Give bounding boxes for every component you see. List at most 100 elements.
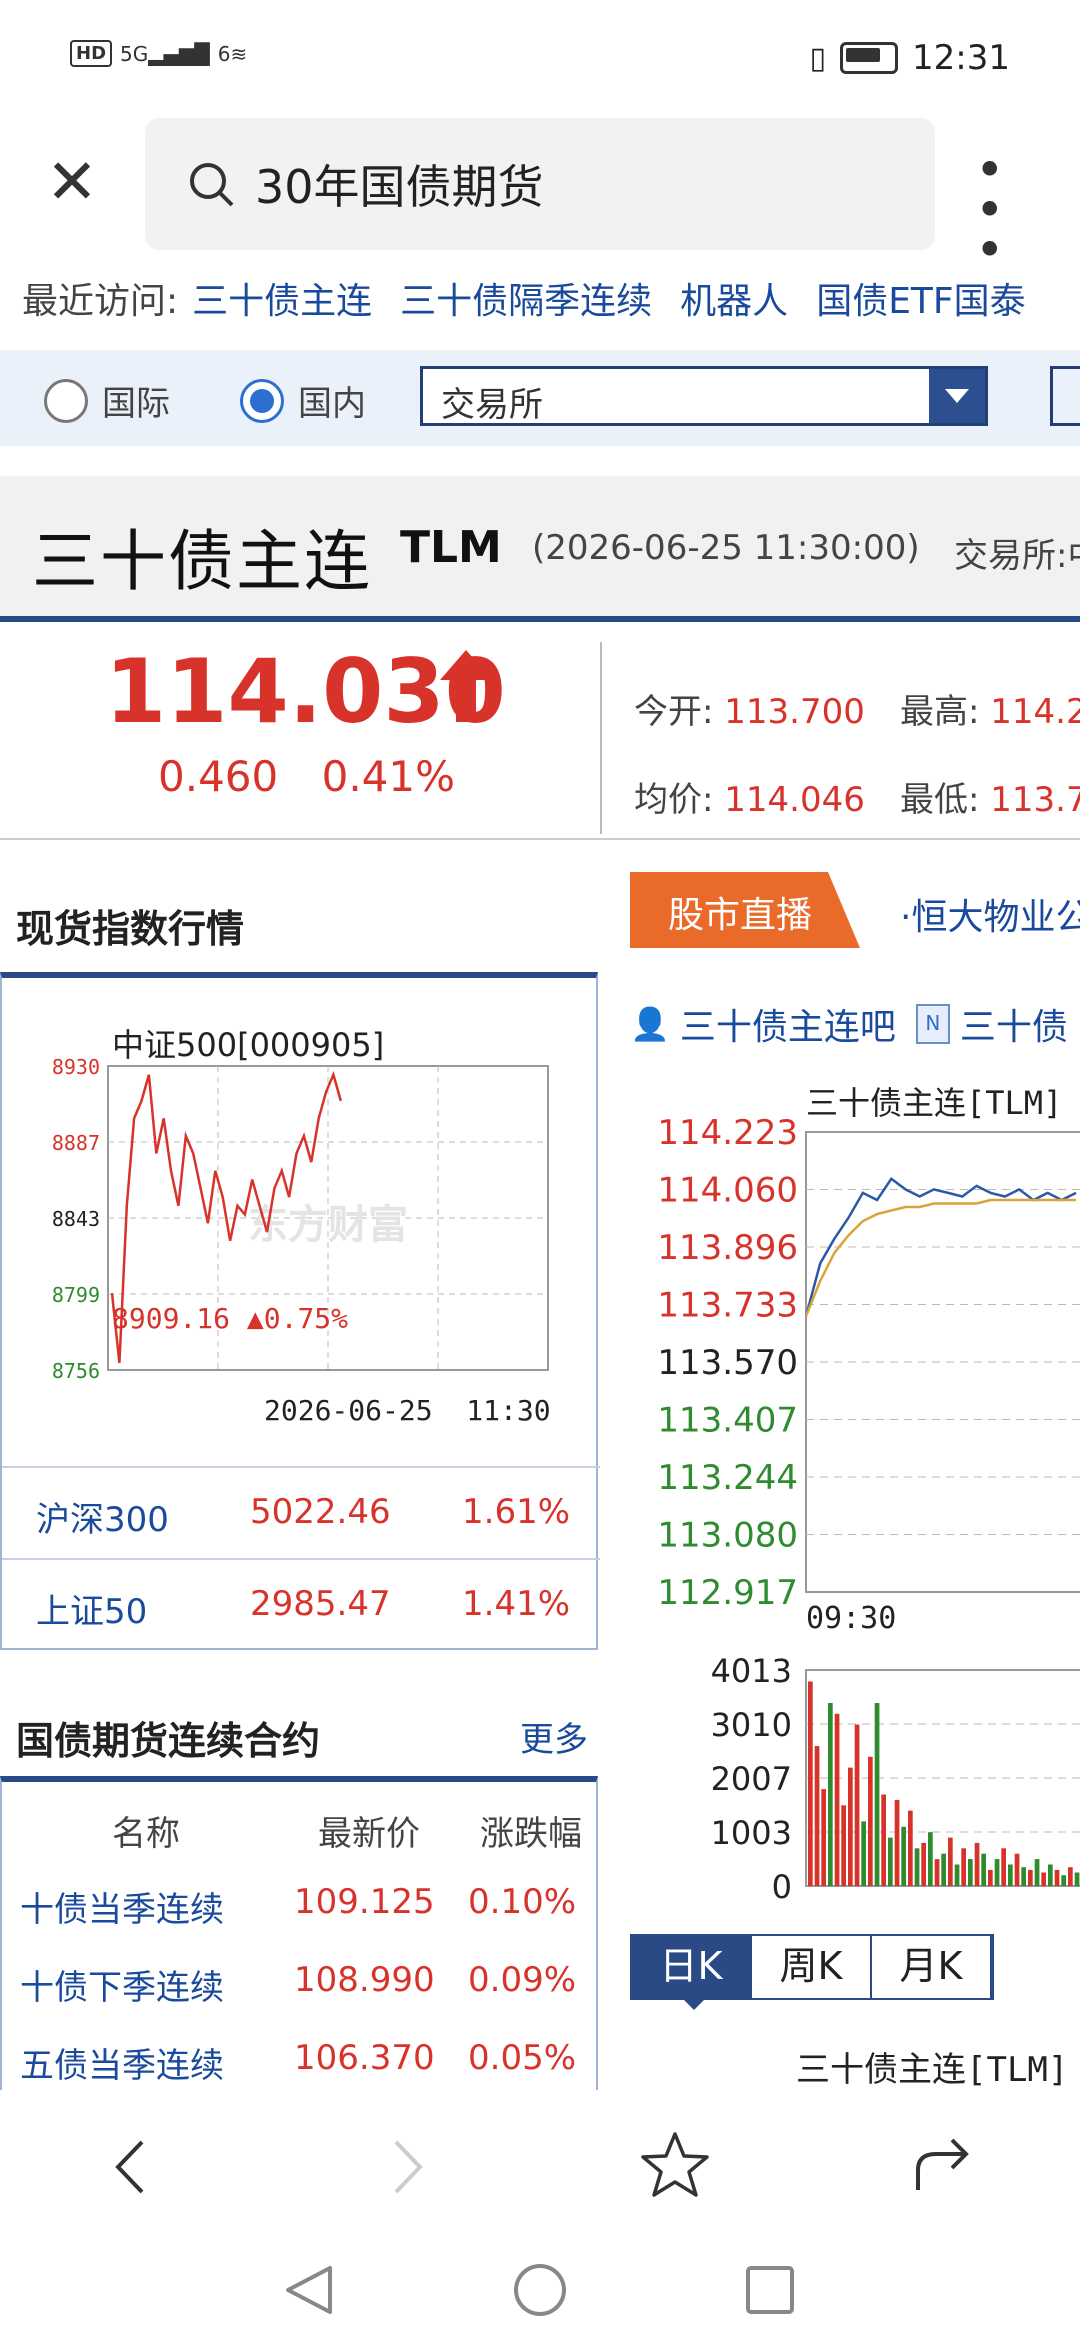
volume-bar (941, 1853, 946, 1886)
volume-bar (934, 1859, 940, 1886)
y-tick-label: 8887 (52, 1131, 100, 1155)
col-header: 最新价 (318, 1814, 420, 1854)
user-icon: 👤 (630, 1005, 670, 1043)
spot-panel: 中证500[000905] 8930 8887 8843 8799 8756 东方财富 8… (0, 972, 600, 1652)
recent-link[interactable]: 国债ETF国泰 (816, 272, 1025, 324)
volume-bar (961, 1848, 966, 1886)
volume-bar (841, 1805, 846, 1886)
tab-pointer (680, 1996, 708, 2010)
kline-chart-title: 三十债主连[TLM] (796, 2050, 1069, 2090)
y-tick-label: 8756 (52, 1359, 100, 1383)
volume-bar (901, 1826, 906, 1886)
contract-code: TLM (400, 522, 502, 573)
volume-bar (861, 1821, 866, 1886)
index-row[interactable]: 上证50 2985.47 1.41% (2, 1558, 600, 1652)
volume-bar (954, 1864, 960, 1886)
volume-bar (881, 1794, 886, 1886)
recent-link[interactable]: 三十债主连 (192, 272, 372, 324)
y-tick-label: 114.223 (657, 1113, 798, 1153)
y-tick-label: 114.060 (657, 1171, 798, 1211)
tab-week-k[interactable]: 周K (752, 1936, 872, 1998)
forum-link[interactable]: 三十债主连吧 (680, 998, 896, 1050)
spot-title: 现货指数行情 (16, 907, 245, 951)
intraday-chart: 114.223 114.060 113.896 113.733 113.570 113.4… (657, 1113, 1080, 1636)
system-home-icon[interactable] (510, 2260, 570, 2320)
wifi-icon: 6≋ (217, 41, 248, 66)
more-icon[interactable]: • • • (975, 145, 1045, 275)
signal-icon: 5G▂▄▆█ (120, 41, 210, 66)
col-header: 名称 (112, 1814, 180, 1854)
close-icon[interactable]: ✕ (40, 150, 104, 214)
divider (600, 642, 602, 834)
volume-bar (1068, 1867, 1073, 1886)
tab-month-k[interactable]: 月K (872, 1936, 992, 1998)
table-row[interactable]: 五债当季连续 106.370 0.05% (20, 2038, 600, 2087)
volume-bar (1014, 1853, 1020, 1886)
y-tick-label: 4013 (711, 1652, 792, 1690)
volume-bar (1034, 1859, 1040, 1886)
volume-bar (1001, 1848, 1006, 1886)
y-tick-label: 3010 (711, 1706, 792, 1744)
vibrate-icon: ▯ (809, 40, 827, 76)
recent-link[interactable]: 机器人 (680, 272, 788, 324)
clock: 12:31 (912, 38, 1010, 78)
divider (0, 838, 1080, 840)
back-icon[interactable] (98, 2132, 168, 2202)
table-row[interactable]: 十债当季连续 109.125 0.10% (20, 1882, 600, 1931)
y-tick-label: 8930 (52, 1055, 100, 1079)
volume-bar (914, 1848, 920, 1886)
mini-index-chart: 89308887884387998756东方财富 (52, 1055, 549, 1383)
recent-link[interactable]: 三十债隔季连续 (400, 272, 652, 324)
search-input[interactable]: 30年国债期货 (255, 151, 544, 217)
system-back-icon[interactable] (280, 2260, 340, 2320)
radio-selected-icon (240, 378, 284, 423)
live-tab[interactable]: 股市直播 (668, 886, 812, 938)
y-tick-label: 113.080 (657, 1516, 798, 1556)
star-icon[interactable] (640, 2130, 710, 2200)
tab-day-k[interactable]: 日K (632, 1936, 752, 1998)
system-recents-icon[interactable] (740, 2260, 800, 2320)
high-stat: 最高: 114.2 (900, 692, 1080, 732)
volume-bar (854, 1724, 860, 1886)
more-link[interactable]: 更多 (520, 1712, 588, 1761)
volume-bar (1008, 1864, 1013, 1886)
volume-bar (1048, 1864, 1053, 1886)
y-tick-label: 112.917 (657, 1573, 798, 1613)
exchange-select[interactable]: 交易所 (420, 366, 988, 426)
volume-bar (1061, 1875, 1066, 1886)
index-row[interactable]: 沪深300 5022.46 1.61% (2, 1466, 600, 1560)
news-ticker[interactable]: ·恒大物业公 (900, 888, 1080, 940)
x-tick-label: 09:30 (806, 1601, 896, 1636)
volume-bar (968, 1859, 973, 1886)
second-select[interactable] (1050, 366, 1080, 426)
volume-bar (848, 1767, 853, 1886)
plot-frame (805, 1669, 1080, 1887)
open-stat: 今开: 113.700 (634, 692, 865, 732)
y-tick-label: 2007 (711, 1760, 792, 1798)
news-icon: N (915, 1004, 950, 1044)
price-change: 0.460 0.41% (158, 752, 456, 801)
volume-bar (1028, 1869, 1033, 1886)
volume-chart: 4013 3010 2007 1003 0 (711, 1652, 1080, 1900)
news-link[interactable]: 三十债 (960, 998, 1068, 1050)
contract-name: 三十债主连 (32, 523, 372, 600)
table-row[interactable]: 十债下季连续 108.990 0.09% (20, 1960, 600, 2009)
volume-bar (868, 1756, 873, 1886)
volume-bar (1041, 1872, 1046, 1886)
search-bar[interactable]: 30年国债期货 (145, 118, 935, 250)
radio-domestic[interactable]: 国内 (240, 376, 366, 425)
volume-bar (974, 1842, 980, 1886)
volume-bar (928, 1832, 933, 1886)
radio-international[interactable]: 国际 (44, 376, 170, 425)
forward-icon[interactable] (370, 2132, 440, 2202)
y-tick-label: 113.896 (657, 1228, 798, 1268)
y-tick-label: 113.570 (657, 1343, 798, 1383)
chevron-down-icon (929, 369, 985, 423)
volume-bar (988, 1869, 993, 1886)
recent-visits: 最近访问: 三十债主连 三十债隔季连续 机器人 国债ETF国泰 (22, 272, 1026, 324)
volume-bar (981, 1853, 986, 1886)
mini-chart-last: 8909.16 ▲0.75% (112, 1302, 349, 1335)
volume-bar (948, 1837, 953, 1886)
volume-bar (994, 1859, 1000, 1886)
share-icon[interactable] (908, 2130, 978, 2200)
